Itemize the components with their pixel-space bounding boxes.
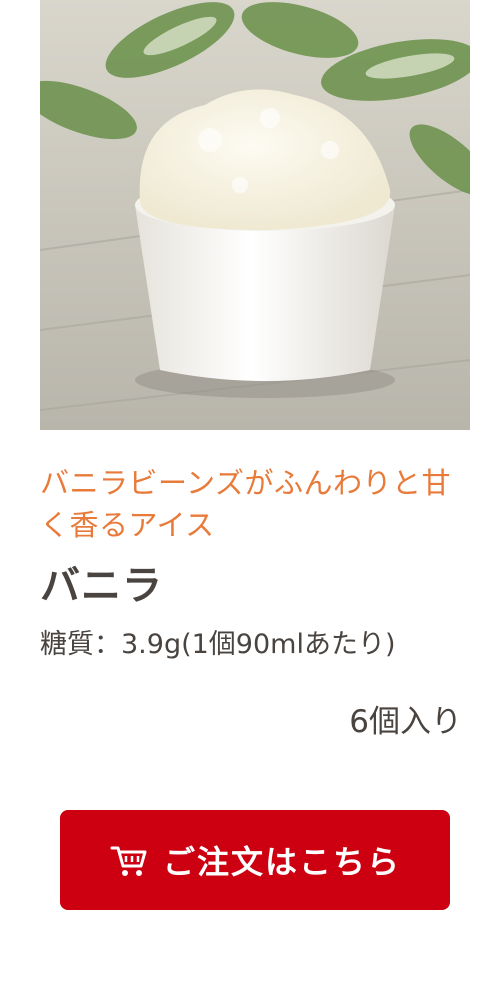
product-name: バニラ bbox=[40, 563, 163, 609]
carb-info: 糖質：3.9g(1個90mlあたり) bbox=[40, 629, 396, 660]
pack-quantity: 6個入り bbox=[349, 704, 462, 740]
order-button-label: ご注文はこちら bbox=[162, 843, 401, 881]
product-photo bbox=[40, 0, 470, 430]
order-button[interactable]: ご注文はこちら bbox=[60, 810, 450, 910]
product-tagline: バニラビーンズがふんわりと甘く香るアイス bbox=[40, 466, 451, 542]
cart-icon bbox=[110, 846, 147, 876]
